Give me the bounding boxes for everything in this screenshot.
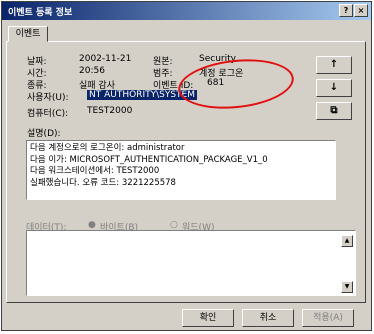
next-event-button[interactable]: ↓ <box>316 79 352 97</box>
data-box[interactable]: ▲ ▼ <box>26 230 356 296</box>
close-button[interactable]: × <box>354 4 368 17</box>
computer-label: 컴퓨터(C): <box>27 109 69 119</box>
description-line: 실패했습니다. 오류 코드: 3221225578 <box>30 177 176 188</box>
data-scrollbar[interactable]: ▲ ▼ <box>341 235 353 293</box>
apply-button[interactable]: 적용(A) <box>302 309 354 327</box>
event-properties-window: 이벤트 등록 정보 ? × 이벤트 날짜: 2002-11-21 시간: 20:… <box>1 1 372 331</box>
description-box[interactable]: 다음 계정으로의 로그온이: administrator 다음 이가: MICR… <box>26 140 336 200</box>
date-value: 2002-11-21 <box>79 54 132 64</box>
words-radio-icon[interactable]: ○ <box>170 220 178 230</box>
previous-event-button[interactable]: ↑ <box>316 56 352 74</box>
description-label: 설명(D): <box>27 129 61 139</box>
user-label: 사용자(U): <box>27 93 69 103</box>
title-bar[interactable]: 이벤트 등록 정보 ? × <box>2 2 371 20</box>
help-button[interactable]: ? <box>339 4 353 17</box>
window-title: 이벤트 등록 정보 <box>8 8 73 18</box>
copy-icon[interactable]: ⧉ <box>316 102 352 120</box>
time-value: 20:56 <box>79 66 105 76</box>
ok-button[interactable]: 확인 <box>182 309 234 327</box>
computer-value: TEST2000 <box>87 106 133 116</box>
description-line: 다음 워크스테이션에서: TEST2000 <box>30 166 160 176</box>
tab-event[interactable]: 이벤트 <box>8 26 48 42</box>
description-line: 다음 이가: MICROSOFT_AUTHENTICATION_PACKAGE_… <box>30 154 268 165</box>
scroll-up-icon[interactable]: ▲ <box>341 235 353 247</box>
bytes-radio-icon[interactable]: ● <box>88 220 96 230</box>
scroll-down-icon[interactable]: ▼ <box>341 281 353 293</box>
description-line: 다음 계정으로의 로그온이: administrator <box>30 143 185 153</box>
cancel-button[interactable]: 취소 <box>242 309 294 327</box>
